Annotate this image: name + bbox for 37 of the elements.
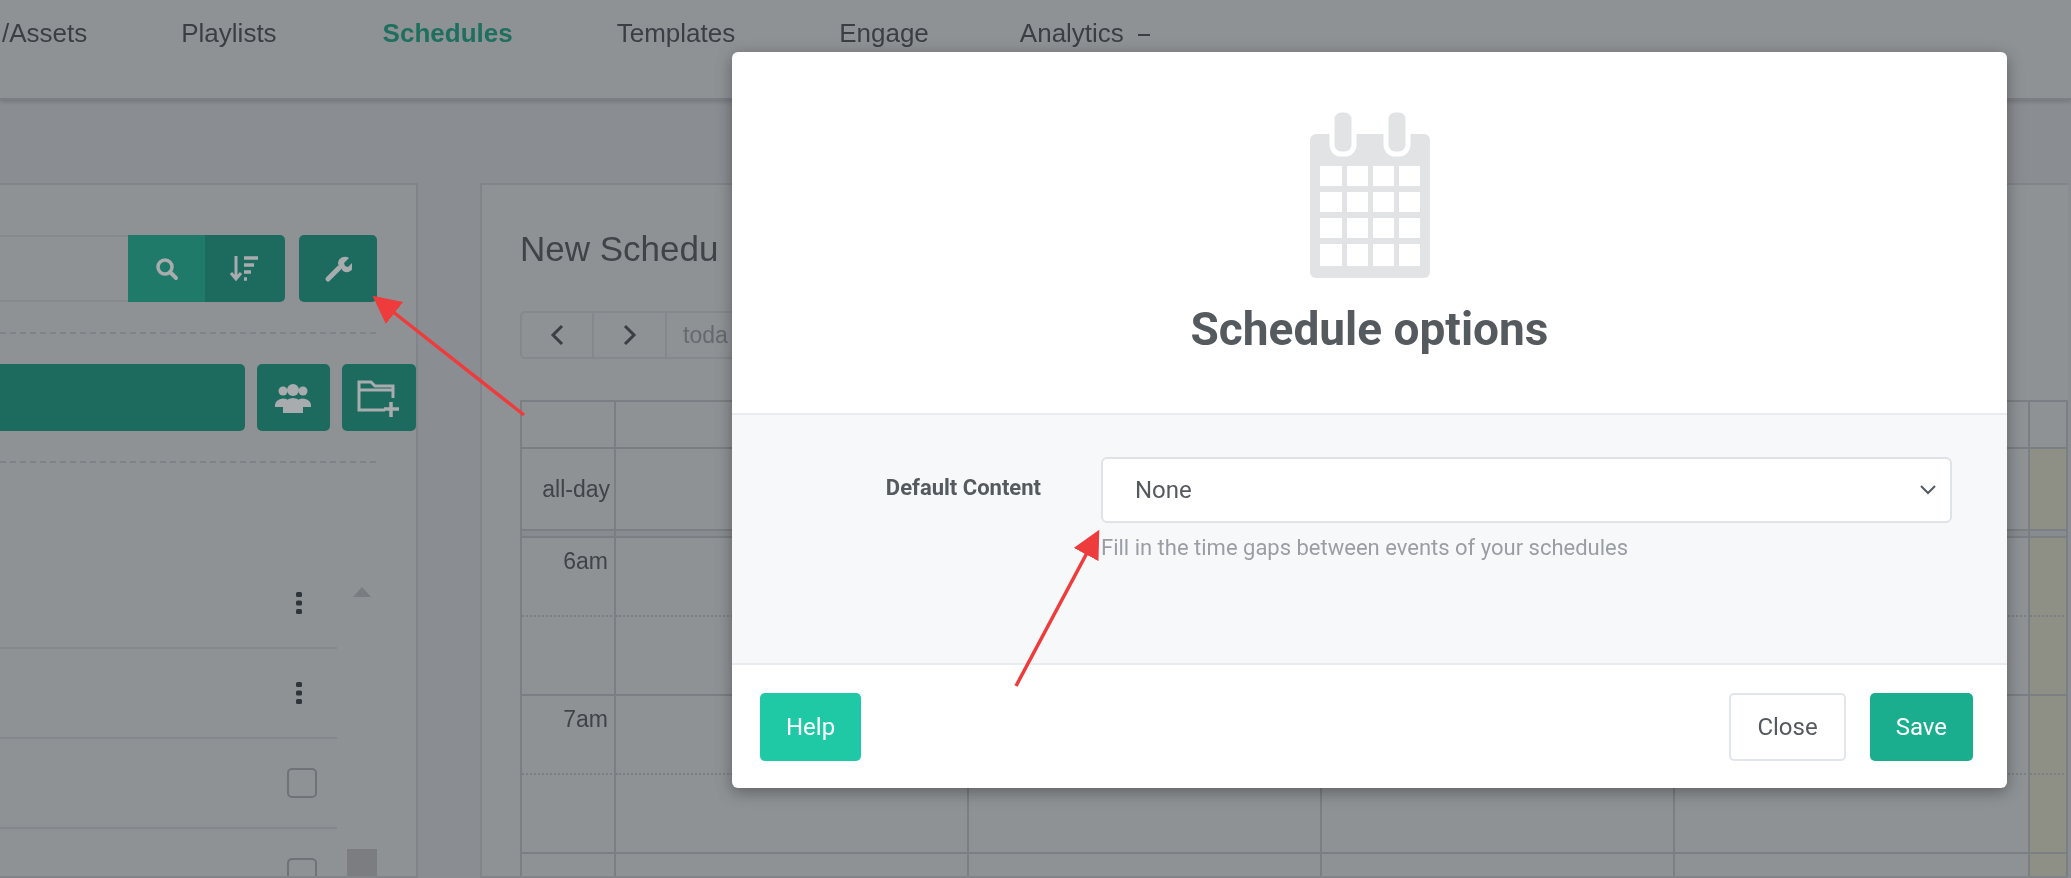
settings-button[interactable] — [299, 235, 377, 302]
next-button[interactable] — [594, 311, 667, 359]
field-label: Default Content — [885, 474, 1041, 502]
new-folder-button[interactable] — [342, 364, 416, 431]
share-button[interactable] — [256, 364, 331, 431]
search-button[interactable] — [128, 235, 205, 302]
dialog-title: Schedule options — [1190, 302, 1549, 356]
people-icon — [275, 382, 312, 413]
chevron-down-icon — [1920, 485, 1936, 495]
calendar-icon — [1309, 110, 1430, 278]
caret-icon — [1135, 33, 1152, 36]
previous-button[interactable] — [520, 311, 594, 359]
nav-tab[interactable]: Playlists — [179, 18, 279, 49]
all-day-label: all-day — [542, 475, 610, 503]
nav-tab[interactable]: Engage — [837, 18, 931, 49]
sort-button[interactable] — [205, 235, 285, 302]
checkbox[interactable] — [287, 768, 317, 798]
nav-tab[interactable]: Schedules — [380, 18, 515, 49]
nav-tab[interactable]: Templates — [614, 18, 738, 49]
chevron-right-icon — [622, 324, 637, 346]
sort-icon — [230, 253, 260, 284]
calendar-title: New Schedu — [520, 229, 720, 269]
kebab-icon[interactable] — [295, 592, 303, 614]
time-label: 7am — [563, 706, 608, 733]
default-content-select[interactable]: None — [1101, 457, 1952, 523]
save-button[interactable]: Save — [1869, 692, 1973, 761]
wrench-icon — [324, 254, 352, 283]
nav-tab[interactable]: /Assets — [0, 18, 90, 49]
search-field[interactable] — [0, 235, 128, 302]
close-button[interactable]: Close — [1729, 692, 1846, 761]
help-button[interactable]: Help — [760, 692, 862, 761]
time-label: 6am — [563, 548, 608, 575]
nav-tab[interactable]: Analytics — [1017, 18, 1154, 49]
chevron-left-icon — [550, 324, 564, 346]
kebab-icon[interactable] — [295, 682, 303, 704]
search-icon — [154, 256, 179, 281]
field-hint: Fill in the time gaps between events of your schedules — [1101, 535, 1630, 560]
